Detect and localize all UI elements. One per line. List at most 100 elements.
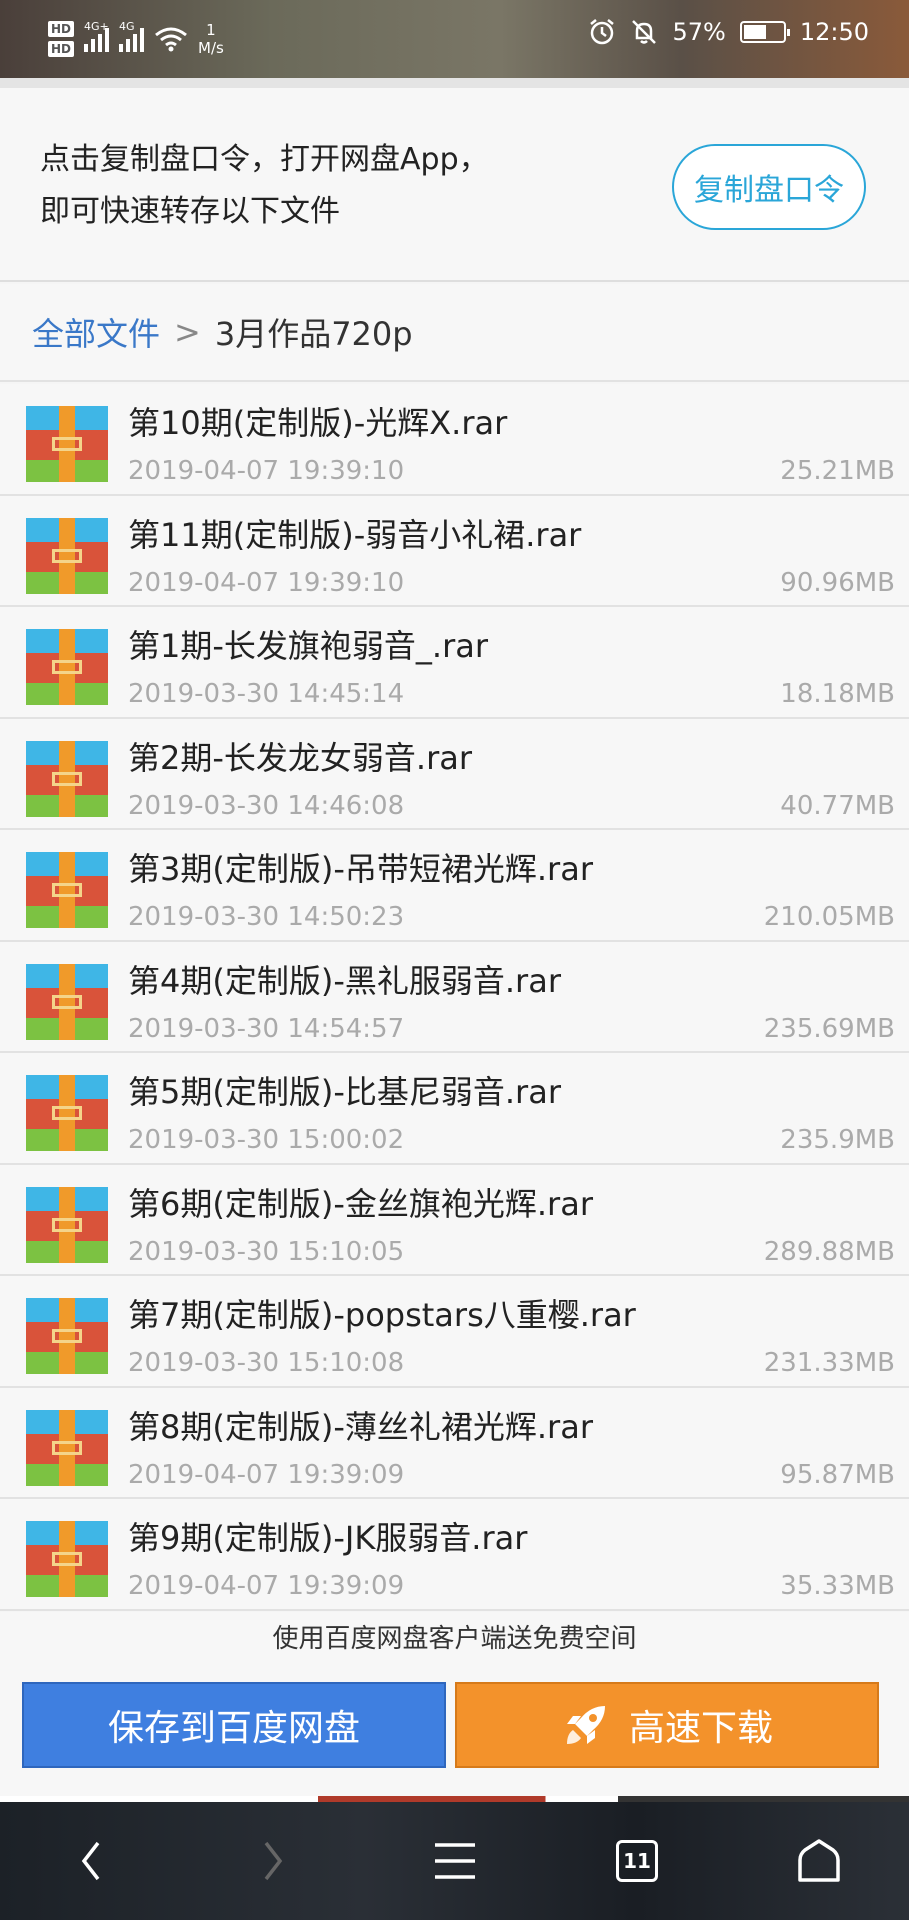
file-row[interactable]: 第6期(定制版)-金丝旗袍光辉.rar 2019-03-30 15:10:05 28… <box>0 1164 909 1276</box>
file-size: 18.18MB <box>780 679 895 709</box>
rar-archive-icon <box>26 963 108 1040</box>
file-row[interactable]: 第7期(定制版)-popstars八重樱.rar 2019-03-30 15:10… <box>0 1276 909 1388</box>
file-row[interactable]: 第11期(定制版)-弱音小礼裙.rar 2019-04-07 19:39:10 90… <box>0 495 909 607</box>
browser-nav-bar: 11 <box>0 1802 909 1920</box>
network-speed: 1 M/s <box>198 21 224 57</box>
rar-archive-icon <box>26 1186 108 1263</box>
file-name: 第6期(定制版)-金丝旗袍光辉.rar <box>128 1184 593 1223</box>
rar-archive-icon <box>26 1075 108 1151</box>
file-size: 95.87MB <box>780 1459 895 1490</box>
file-name: 第5期(定制版)-比基尼弱音.rar <box>128 1073 561 1111</box>
breadcrumb-current: 3月作品720p <box>214 315 413 353</box>
file-date: 2019-03-30 14:50:23 <box>128 902 405 932</box>
file-size: 210.05MB <box>763 902 895 932</box>
download-button-label: 高速下载 <box>628 1708 773 1749</box>
breadcrumb-separator: > <box>174 313 201 351</box>
rocket-icon <box>566 1706 605 1744</box>
menu-button[interactable] <box>420 1826 490 1896</box>
file-row[interactable]: 第9期(定制版)-JK服弱音.rar 2019-04-07 19:39:09 35.… <box>0 1499 909 1611</box>
promo-text: 使用百度网盘客户端送免费空间 <box>0 1612 909 1666</box>
top-divider <box>0 78 909 88</box>
file-list: 第10期(定制版)-光辉X.rar 2019-04-07 19:39:10 25.2… <box>0 384 909 1611</box>
clock: 12:50 <box>799 18 869 46</box>
chevron-right-icon <box>264 1841 283 1881</box>
breadcrumb: 全部文件 > 3月作品720p <box>0 284 909 382</box>
rar-archive-icon <box>26 406 108 482</box>
file-name: 第8期(定制版)-薄丝礼裙光辉.rar <box>128 1407 593 1446</box>
file-date: 2019-03-30 14:45:14 <box>128 679 405 709</box>
file-size: 289.88MB <box>763 1236 895 1267</box>
back-button[interactable] <box>56 1826 126 1896</box>
file-date: 2019-03-30 15:00:02 <box>128 1125 405 1155</box>
file-size: 235.69MB <box>763 1013 895 1044</box>
tabs-button[interactable]: 11 <box>602 1826 672 1896</box>
home-icon <box>798 1839 840 1882</box>
rar-archive-icon <box>26 852 108 928</box>
file-size: 25.21MB <box>780 456 895 486</box>
file-row[interactable]: 第2期-长发龙女弱音.rar 2019-03-30 14:46:08 40.77MB <box>0 718 909 830</box>
file-row[interactable]: 第8期(定制版)-薄丝礼裙光辉.rar 2019-04-07 19:39:09 95… <box>0 1387 909 1499</box>
action-bar: 保存到百度网盘 高速下载 <box>0 1666 909 1796</box>
save-to-netdisk-button[interactable]: 保存到百度网盘 <box>22 1682 446 1768</box>
file-size: 35.33MB <box>780 1571 895 1601</box>
tab-count: 11 <box>623 1849 651 1873</box>
rar-archive-icon <box>26 629 108 705</box>
save-button-label: 保存到百度网盘 <box>107 1708 360 1749</box>
file-name: 第2期-长发龙女弱音.rar <box>128 738 473 777</box>
file-row[interactable]: 第3期(定制版)-吊带短裙光辉.rar 2019-03-30 14:50:23 21… <box>0 830 909 942</box>
hd2-badge: HD <box>48 41 75 57</box>
file-name: 第9期(定制版)-JK服弱音.rar <box>128 1519 528 1557</box>
file-name: 第1期-长发旗袍弱音_.rar <box>128 627 489 665</box>
copy-code-button[interactable]: 复制盘口令 <box>672 144 866 230</box>
rar-archive-icon <box>26 1521 108 1597</box>
status-bar: HD HD 4G+ 4G 1 M/s 57% 12:50 <box>0 0 909 78</box>
file-date: 2019-03-30 14:46:08 <box>128 790 405 821</box>
wifi-icon <box>155 27 187 52</box>
file-row[interactable]: 第4期(定制版)-黑礼服弱音.rar 2019-03-30 14:54:57 235… <box>0 941 909 1053</box>
copy-instructions-line1: 点击复制盘口令，打开网盘App， <box>40 142 489 177</box>
file-date: 2019-03-30 15:10:05 <box>128 1236 405 1267</box>
notifications-off-icon <box>632 20 657 44</box>
tabs-icon: 11 <box>616 1840 658 1882</box>
rar-archive-icon <box>26 1409 108 1486</box>
home-button[interactable] <box>784 1826 854 1896</box>
status-left: HD HD 4G+ 4G 1 M/s <box>48 12 224 66</box>
network-type-1: 4G+ <box>84 20 109 33</box>
signal-icon: 4G+ <box>84 20 110 52</box>
file-name: 第3期(定制版)-吊带短裙光辉.rar <box>128 850 593 888</box>
speed-value: 1 <box>206 21 216 39</box>
rar-archive-icon <box>26 517 108 594</box>
fast-download-button[interactable]: 高速下载 <box>455 1682 879 1768</box>
status-right: 57% 12:50 <box>588 18 869 46</box>
file-date: 2019-04-07 19:39:10 <box>128 456 405 486</box>
file-row[interactable]: 第5期(定制版)-比基尼弱音.rar 2019-03-30 15:00:02 235… <box>0 1053 909 1165</box>
battery-percent: 57% <box>672 18 726 46</box>
battery-fill <box>743 25 766 39</box>
battery-icon <box>739 21 790 43</box>
file-date: 2019-04-07 19:39:09 <box>128 1459 405 1490</box>
network-type-2: 4G <box>119 20 135 33</box>
file-row[interactable]: 第1期-长发旗袍弱音_.rar 2019-03-30 14:45:14 18.18M… <box>0 607 909 719</box>
hd1-badge: HD <box>48 21 75 37</box>
menu-icon <box>435 1843 475 1879</box>
copy-instructions: 点击复制盘口令，打开网盘App， 即可快速转存以下文件 <box>40 134 489 238</box>
file-date: 2019-04-07 19:39:10 <box>128 567 405 598</box>
rar-archive-icon <box>26 1298 108 1374</box>
forward-button[interactable] <box>238 1826 308 1896</box>
file-size: 231.33MB <box>763 1348 895 1378</box>
file-row[interactable]: 第10期(定制版)-光辉X.rar 2019-04-07 19:39:10 25.2… <box>0 384 909 496</box>
hd-indicator: HD HD <box>48 21 75 57</box>
breadcrumb-root-link[interactable]: 全部文件 <box>32 309 160 355</box>
alarm-icon <box>590 19 615 45</box>
file-date: 2019-04-07 19:39:09 <box>128 1571 405 1601</box>
file-size: 90.96MB <box>780 567 895 598</box>
copy-section: 点击复制盘口令，打开网盘App， 即可快速转存以下文件 复制盘口令 <box>0 88 909 282</box>
signal-icon-2: 4G <box>119 20 145 52</box>
file-name: 第11期(定制版)-弱音小礼裙.rar <box>128 515 582 554</box>
file-size: 40.77MB <box>780 790 895 821</box>
rar-archive-icon <box>26 740 108 817</box>
file-date: 2019-03-30 14:54:57 <box>128 1013 405 1044</box>
copy-instructions-line2: 即可快速转存以下文件 <box>40 194 340 229</box>
file-date: 2019-03-30 15:10:08 <box>128 1348 405 1378</box>
file-name: 第10期(定制版)-光辉X.rar <box>128 404 508 442</box>
